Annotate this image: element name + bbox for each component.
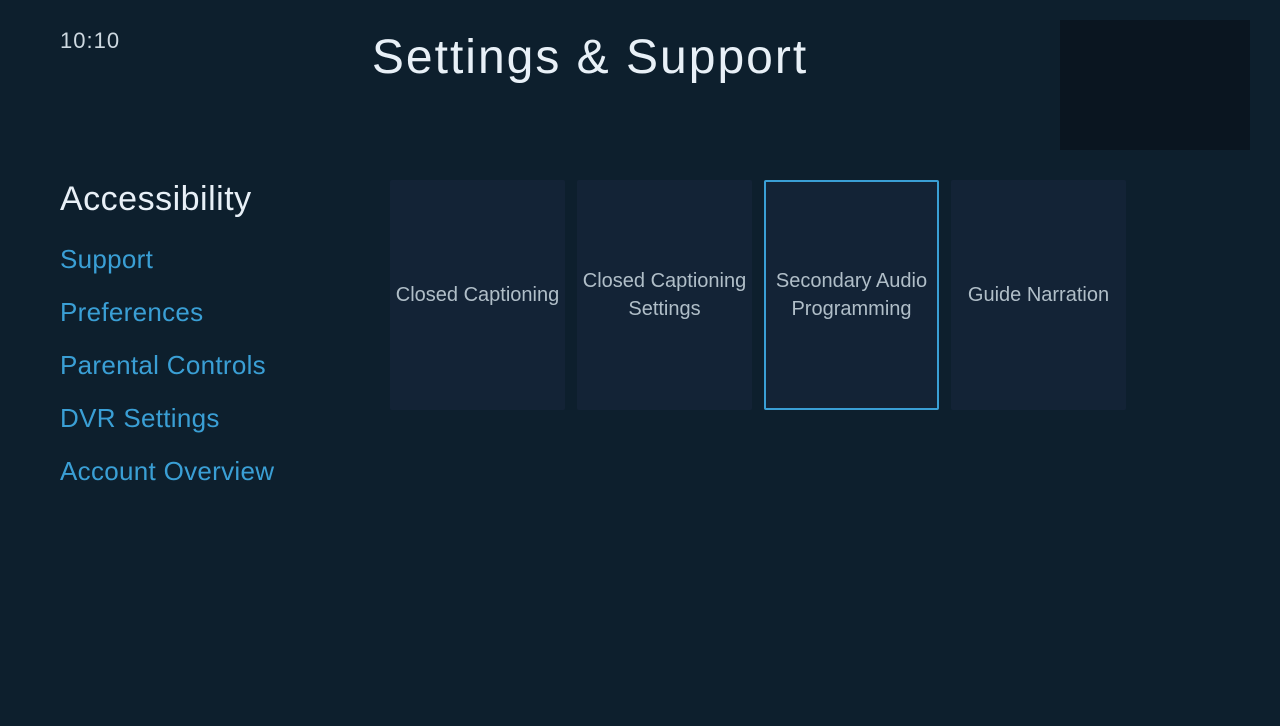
sidebar-item-account-overview[interactable]: Account Overview bbox=[60, 456, 370, 487]
sidebar-item-preferences[interactable]: Preferences bbox=[60, 297, 370, 328]
card-label-closed-captioning-settings: Closed Captioning Settings bbox=[579, 267, 750, 323]
sidebar-item-parental-controls[interactable]: Parental Controls bbox=[60, 350, 370, 381]
page-title: Settings & Support bbox=[120, 30, 1060, 85]
content-area: Closed Captioning Closed Captioning Sett… bbox=[370, 170, 1280, 509]
sidebar: Accessibility Support Preferences Parent… bbox=[0, 170, 370, 509]
card-label-secondary-audio-programming: Secondary Audio Programming bbox=[766, 267, 937, 323]
top-bar: 10:10 Settings & Support bbox=[0, 0, 1280, 150]
card-secondary-audio-programming[interactable]: Secondary Audio Programming bbox=[764, 180, 939, 410]
card-label-closed-captioning: Closed Captioning bbox=[396, 281, 559, 309]
card-closed-captioning-settings[interactable]: Closed Captioning Settings bbox=[577, 180, 752, 410]
cards-row: Closed Captioning Closed Captioning Sett… bbox=[390, 180, 1250, 410]
main-content: Accessibility Support Preferences Parent… bbox=[0, 150, 1280, 509]
sidebar-item-dvr-settings[interactable]: DVR Settings bbox=[60, 403, 370, 434]
card-closed-captioning[interactable]: Closed Captioning bbox=[390, 180, 565, 410]
card-label-guide-narration: Guide Narration bbox=[968, 281, 1109, 309]
card-guide-narration[interactable]: Guide Narration bbox=[951, 180, 1126, 410]
clock: 10:10 bbox=[60, 28, 120, 54]
sidebar-section-title: Accessibility bbox=[60, 180, 370, 219]
thumbnail-preview bbox=[1060, 20, 1250, 150]
sidebar-item-support[interactable]: Support bbox=[60, 244, 370, 275]
